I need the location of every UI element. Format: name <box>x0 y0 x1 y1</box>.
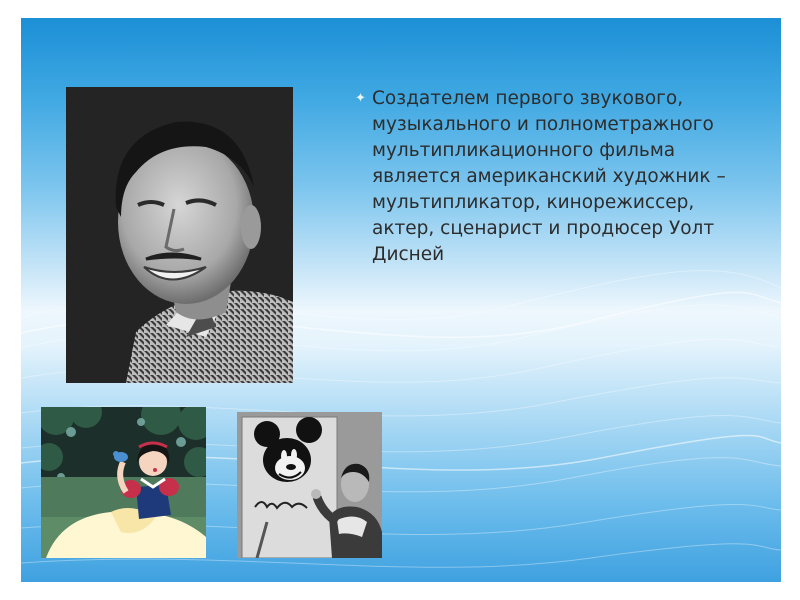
body-text: Создателем первого звукового, музыкально… <box>372 88 726 265</box>
snow-white-cartoon-image <box>41 407 206 558</box>
portrait-photo <box>66 87 293 383</box>
artist-drawing-mickey-photo <box>237 412 382 558</box>
body-paragraph: ✦ Создателем первого звукового, музыкаль… <box>355 86 757 268</box>
slide: ✦ Создателем первого звукового, музыкаль… <box>0 0 800 600</box>
sparkle-bullet-icon: ✦ <box>355 91 366 106</box>
